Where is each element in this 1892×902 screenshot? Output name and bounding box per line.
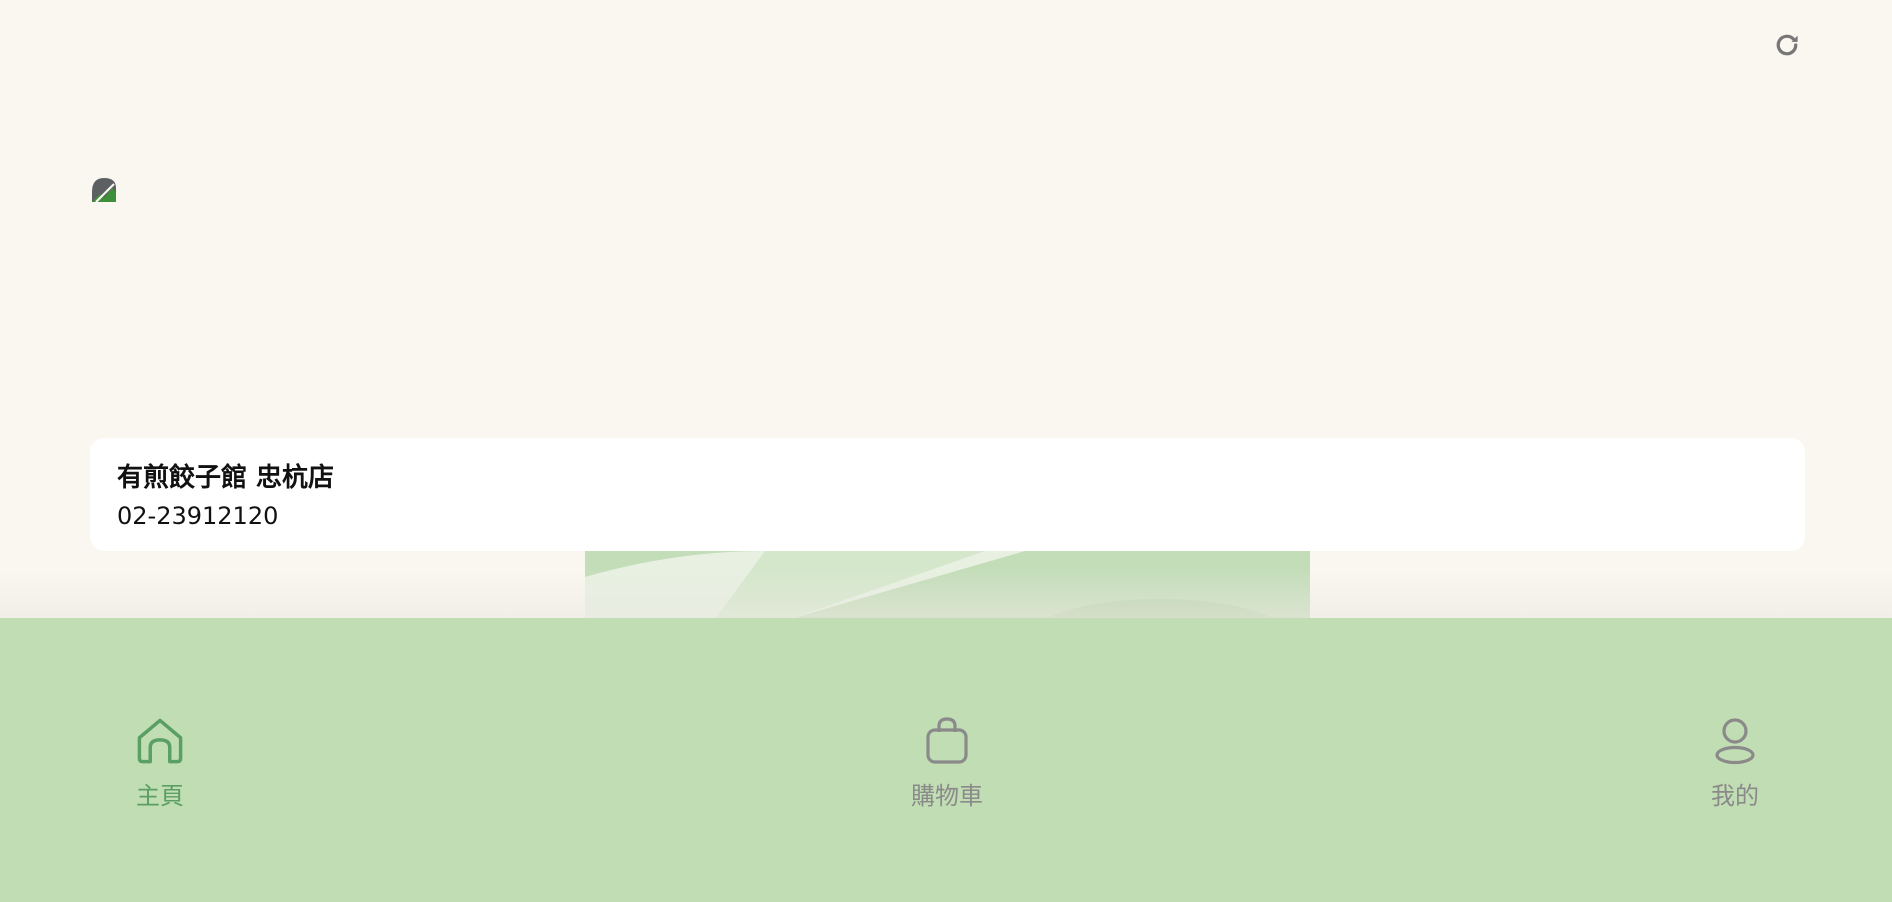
hero-banner (585, 551, 1310, 619)
nav-item-home[interactable]: 主頁 (90, 713, 230, 811)
nav-item-profile[interactable]: 我的 (1665, 713, 1805, 811)
store-info-card: 有煎餃子館 忠杭店 02-23912120 (90, 438, 1805, 551)
home-icon (132, 713, 188, 769)
user-icon (1707, 713, 1763, 769)
nav-label-cart: 購物車 (911, 782, 983, 810)
store-phone: 02-23912120 (117, 502, 279, 530)
store-logo (90, 176, 118, 204)
refresh-icon (1776, 34, 1798, 56)
hero-banner-art (585, 551, 1310, 619)
refresh-button[interactable] (1770, 28, 1804, 62)
bottom-navigation: 主頁 購物車 我的 (0, 618, 1892, 902)
store-name: 有煎餃子館 忠杭店 (117, 463, 335, 493)
nav-label-profile: 我的 (1711, 782, 1759, 810)
shopping-bag-icon (919, 713, 975, 769)
broken-image-icon (92, 178, 116, 203)
app-root: 有煎餃子館 忠杭店 02-23912120 主頁 購物車 我的 (0, 0, 1892, 902)
nav-label-home: 主頁 (136, 782, 184, 810)
nav-item-cart[interactable]: 購物車 (877, 713, 1017, 811)
